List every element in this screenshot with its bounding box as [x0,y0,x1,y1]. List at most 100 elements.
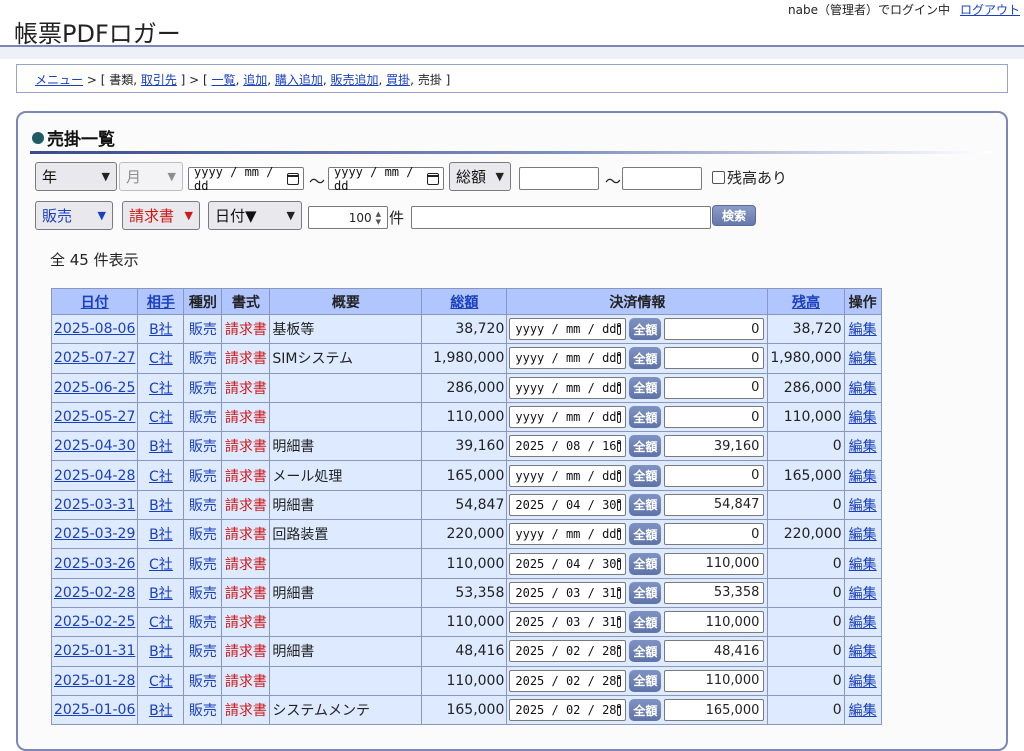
per-page-input[interactable]: 100 ▲ ▼ [308,206,388,229]
paid-date-input[interactable]: yyyy / mm / dd [509,347,627,370]
paid-amount-input[interactable]: 0 [664,347,765,370]
pay-full-button[interactable]: 全額 [629,523,662,546]
amount-min-input[interactable] [519,167,599,190]
calendar-icon[interactable] [616,616,622,629]
breadcrumb-sales-add-link[interactable]: 販売追加 [331,73,379,87]
logout-link[interactable]: ログアウト [960,3,1020,17]
paid-date-input[interactable]: yyyy / mm / dd [509,406,627,429]
paid-amount-input[interactable]: 0 [664,523,765,546]
month-select[interactable]: 月 ▼ [119,162,183,191]
paid-date-input[interactable]: 2025 / 03 / 31 [509,611,627,634]
paid-amount-input[interactable]: 110,000 [664,669,765,692]
paid-amount-input[interactable]: 48,416 [664,640,765,663]
date-link[interactable]: 2025-03-26 [54,556,135,572]
keyword-search-input[interactable] [411,206,711,229]
breadcrumb-add-link[interactable]: 追加 [243,73,267,87]
sort-partner-link[interactable]: 相手 [147,295,175,311]
edit-link[interactable]: 編集 [849,322,877,338]
edit-link[interactable]: 編集 [849,557,877,573]
pay-full-button[interactable]: 全額 [629,699,662,721]
amount-max-input[interactable] [622,167,702,190]
pay-full-button[interactable]: 全額 [629,493,662,516]
partner-link[interactable]: C社 [149,469,173,485]
amount-type-select[interactable]: 総額 ▼ [449,162,511,191]
pay-full-button[interactable]: 全額 [629,376,662,399]
edit-link[interactable]: 編集 [849,586,877,602]
calendar-icon[interactable] [616,411,622,424]
edit-link[interactable]: 編集 [849,703,877,719]
calendar-icon[interactable] [616,645,622,658]
edit-link[interactable]: 編集 [849,527,877,543]
edit-link[interactable]: 編集 [849,674,877,690]
partner-link[interactable]: B社 [149,322,173,338]
paid-date-input[interactable]: yyyy / mm / dd [509,464,627,487]
trade-type-select[interactable]: 販売 ▼ [35,201,113,230]
partner-link[interactable]: C社 [149,615,173,631]
partner-link[interactable]: B社 [149,644,173,660]
date-link[interactable]: 2025-07-27 [54,350,135,366]
date-link[interactable]: 2025-03-29 [54,526,135,542]
pay-full-button[interactable]: 全額 [629,669,662,692]
date-link[interactable]: 2025-02-28 [54,585,135,601]
paid-date-input[interactable]: 2025 / 08 / 16 [509,435,627,458]
date-link[interactable]: 2025-03-31 [54,497,135,513]
paid-date-input[interactable]: 2025 / 02 / 28 [509,640,627,663]
calendar-icon[interactable] [426,172,440,185]
date-to-input[interactable]: yyyy / mm / dd [328,165,444,193]
paid-amount-input[interactable]: 39,160 [664,435,765,458]
calendar-icon[interactable] [616,469,622,482]
breadcrumb-menu-link[interactable]: メニュー [35,73,83,87]
breadcrumb-purchase-add-link[interactable]: 購入追加 [275,73,323,87]
calendar-icon[interactable] [616,528,622,541]
date-link[interactable]: 2025-04-28 [54,468,135,484]
pay-full-button[interactable]: 全額 [629,581,662,604]
edit-link[interactable]: 編集 [849,498,877,514]
partner-link[interactable]: B社 [149,703,173,719]
pay-full-button[interactable]: 全額 [629,347,662,370]
paid-amount-input[interactable]: 0 [664,318,765,341]
pay-full-button[interactable]: 全額 [629,406,662,429]
date-link[interactable]: 2025-04-30 [54,438,135,454]
edit-link[interactable]: 編集 [849,615,877,631]
calendar-icon[interactable] [616,704,622,716]
breadcrumb-list-link[interactable]: 一覧 [212,73,236,87]
calendar-icon[interactable] [286,172,300,185]
pay-full-button[interactable]: 全額 [629,552,662,575]
calendar-icon[interactable] [616,586,622,599]
pay-full-button[interactable]: 全額 [629,611,662,634]
date-link[interactable]: 2025-08-06 [54,321,135,337]
pay-full-button[interactable]: 全額 [629,435,662,458]
stepper-icon[interactable]: ▲ ▼ [376,210,381,226]
calendar-icon[interactable] [616,440,622,453]
paid-date-input[interactable]: 2025 / 04 / 30 [509,552,627,575]
pay-full-button[interactable]: 全額 [629,640,662,663]
date-link[interactable]: 2025-05-27 [54,409,135,425]
calendar-icon[interactable] [616,674,622,687]
calendar-icon[interactable] [616,352,622,365]
partner-link[interactable]: B社 [149,586,173,602]
paid-date-input[interactable]: 2025 / 04 / 30 [509,493,627,516]
breadcrumb-payable-link[interactable]: 買掛 [386,73,410,87]
paid-amount-input[interactable]: 54,847 [664,493,765,516]
balance-only-checkbox[interactable]: 残高あり [712,167,787,188]
paid-amount-input[interactable]: 110,000 [664,611,765,634]
pay-full-button[interactable]: 全額 [629,464,662,487]
partner-link[interactable]: C社 [149,381,173,397]
partner-link[interactable]: B社 [149,527,173,543]
paid-amount-input[interactable]: 53,358 [664,581,765,604]
paid-date-input[interactable]: 2025 / 03 / 31 [509,581,627,604]
sort-select[interactable]: 日付▼ ▼ [208,201,302,230]
partner-link[interactable]: C社 [149,557,173,573]
edit-link[interactable]: 編集 [849,469,877,485]
date-link[interactable]: 2025-01-31 [54,643,135,659]
paid-amount-input[interactable]: 0 [664,376,765,399]
edit-link[interactable]: 編集 [849,410,877,426]
paid-date-input[interactable]: 2025 / 02 / 28 [509,699,627,721]
paid-amount-input[interactable]: 0 [664,406,765,429]
edit-link[interactable]: 編集 [849,439,877,455]
edit-link[interactable]: 編集 [849,644,877,660]
paid-amount-input[interactable]: 110,000 [664,552,765,575]
calendar-icon[interactable] [616,498,622,511]
edit-link[interactable]: 編集 [849,351,877,367]
partner-link[interactable]: B社 [149,498,173,514]
